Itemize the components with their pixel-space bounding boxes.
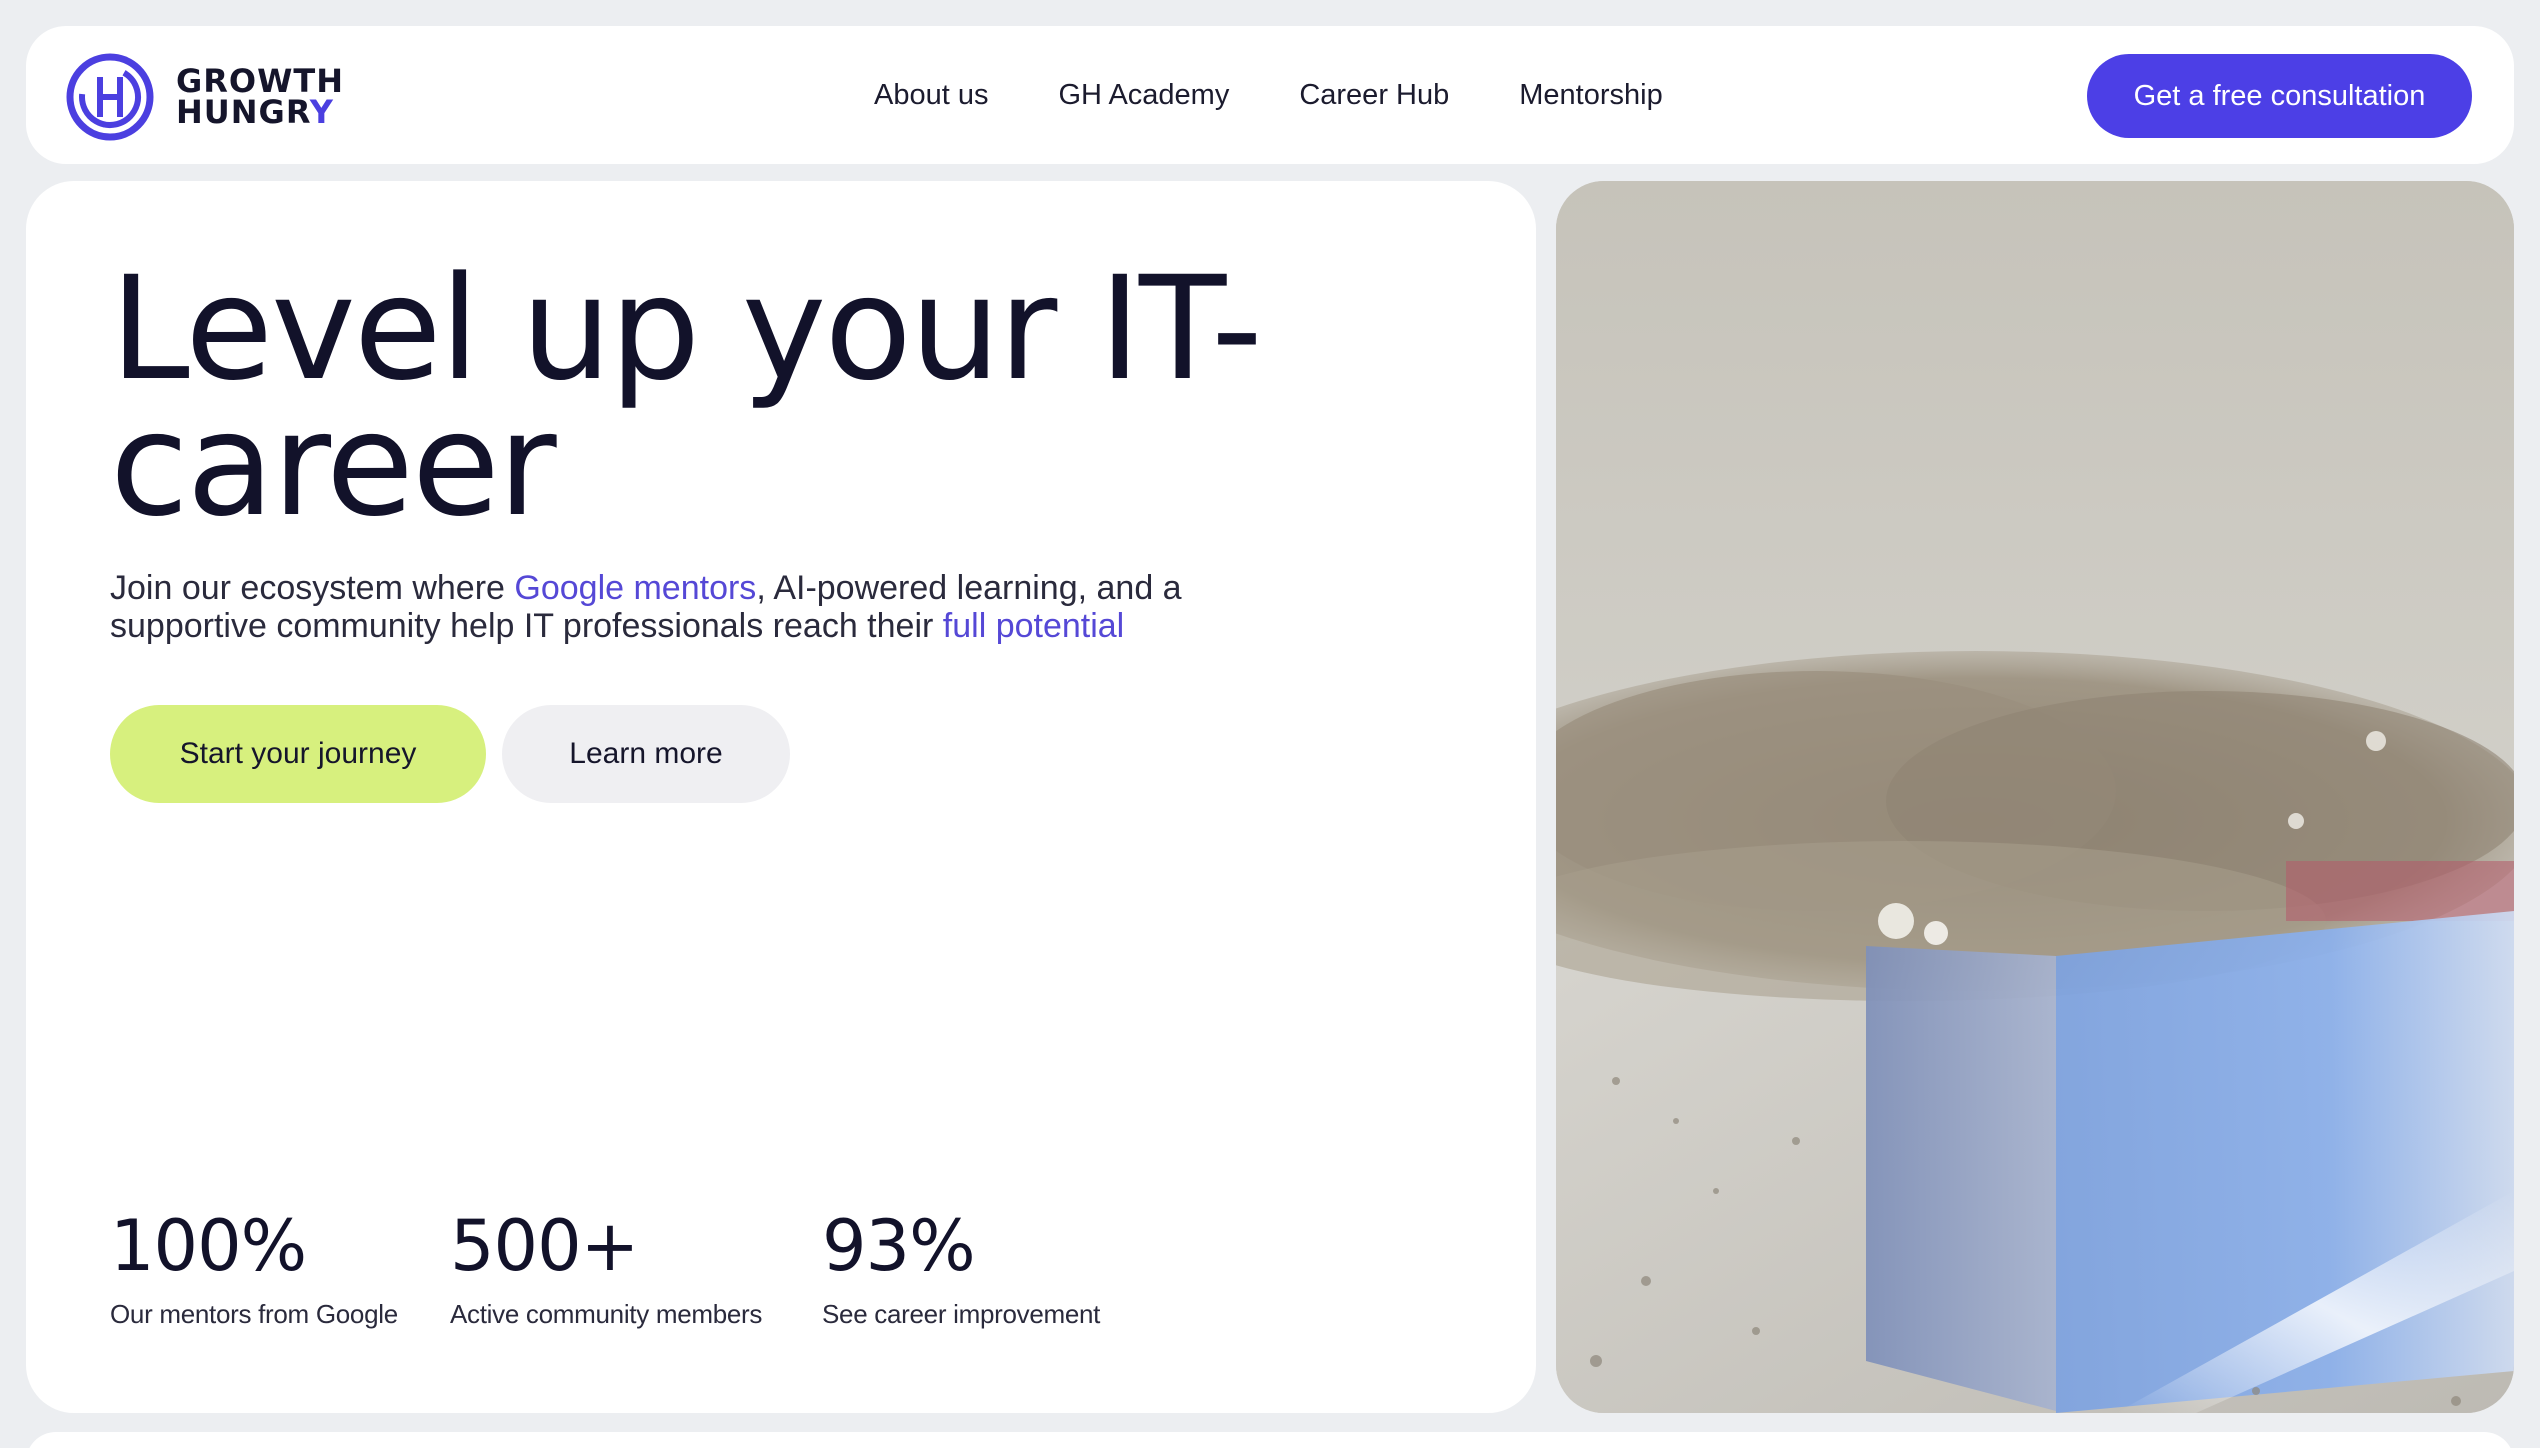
- brand-line-2-main: HUNGR: [176, 93, 310, 131]
- stats-row: 100% Our mentors from Google 500+ Active…: [110, 1205, 1156, 1330]
- stat-value: 100%: [110, 1205, 307, 1287]
- page: GROWTH HUNGRY About us GH Academy Career…: [0, 0, 2540, 1448]
- brand-wordmark: GROWTH HUNGRY: [176, 65, 344, 128]
- brand-line-2: HUNGRY: [176, 96, 344, 128]
- stat-community: 500+ Active community members: [450, 1205, 766, 1330]
- hero-visual-image: [1556, 181, 2514, 1413]
- stat-label: Active community members: [450, 1299, 763, 1329]
- nav-links: About us GH Academy Career Hub Mentorshi…: [874, 26, 1733, 164]
- full-potential-highlight: full potential: [942, 607, 1125, 645]
- nav-link-about-us[interactable]: About us: [874, 79, 988, 112]
- hero-title: Level up your IT- career: [110, 257, 1310, 536]
- nav-link-career-hub[interactable]: Career Hub: [1299, 79, 1449, 112]
- stat-label: See career improvement: [822, 1299, 1101, 1329]
- brand-logo[interactable]: GROWTH HUNGRY: [66, 53, 344, 141]
- learn-more-button[interactable]: Learn more: [502, 705, 790, 803]
- next-section-card: [26, 1432, 2514, 1448]
- hero-title-line-2: career: [110, 381, 557, 548]
- brand-line-2-accent: Y: [309, 93, 334, 131]
- abstract-3d-scene-image: [1556, 181, 2514, 1413]
- stat-career-improvement: 93% See career improvement: [822, 1205, 1100, 1330]
- hero-card: Level up your IT- career Join our ecosys…: [26, 181, 1536, 1413]
- hero-subtitle-part-1: Join our ecosystem where: [110, 569, 515, 607]
- top-navigation: GROWTH HUNGRY About us GH Academy Career…: [26, 26, 2514, 164]
- growth-hungry-logo-icon: [66, 53, 154, 141]
- start-journey-button[interactable]: Start your journey: [110, 705, 486, 803]
- free-consultation-button[interactable]: Get a free consultation: [2087, 54, 2472, 138]
- google-mentors-highlight: Google mentors: [514, 569, 757, 607]
- nav-link-mentorship[interactable]: Mentorship: [1519, 79, 1662, 112]
- stat-value: 500+: [450, 1205, 639, 1287]
- stat-label: Our mentors from Google: [110, 1299, 398, 1329]
- hero-subtitle: Join our ecosystem where Google mentors,…: [110, 569, 1260, 645]
- nav-link-gh-academy[interactable]: GH Academy: [1058, 79, 1229, 112]
- stat-mentors: 100% Our mentors from Google: [110, 1205, 398, 1330]
- stat-value: 93%: [822, 1205, 976, 1287]
